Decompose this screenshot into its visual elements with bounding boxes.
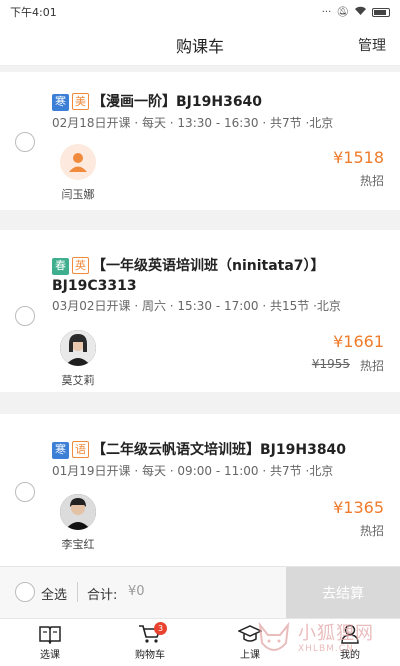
watermark: 小狐狸网 XHLBM.CN <box>254 614 394 664</box>
status-time: 下午4:01 <box>10 6 57 19</box>
fox-logo-icon <box>258 621 290 651</box>
original-price: ¥1955 <box>311 357 350 371</box>
tab-label: 购物车 <box>135 650 165 661</box>
select-all-label[interactable]: 全选 <box>41 584 67 603</box>
watermark-cn: 小狐狸网 <box>298 622 374 644</box>
subject-tag: 美 <box>72 93 89 110</box>
tab-select-course[interactable]: 选课 <box>0 619 100 666</box>
course-schedule: 03月02日开课 · 周六 · 15:30 - 17:00 · 共15节 ·北京 <box>52 299 341 313</box>
teacher-avatar[interactable] <box>60 144 96 180</box>
teacher-name: 闫玉娜 <box>61 188 95 201</box>
enroll-status: 热招 <box>359 524 384 538</box>
battery-icon <box>372 7 390 17</box>
season-tag: 寒 <box>52 442 69 459</box>
course-schedule: 02月18日开课 · 每天 · 13:30 - 16:30 · 共7节 ·北京 <box>52 116 334 130</box>
teacher-name: 莫艾莉 <box>61 374 95 387</box>
course-title[interactable]: 寒美【漫画一阶】BJ19H3640 <box>52 92 388 112</box>
season-tag: 春 <box>52 258 69 275</box>
status-icons: ··· 🔕︎ <box>322 6 390 19</box>
enroll-status: 热招 <box>359 174 384 188</box>
course-schedule: 01月19日开课 · 每天 · 09:00 - 11:00 · 共7节 ·北京 <box>52 464 334 478</box>
status-bar: 下午4:01 ··· 🔕︎ <box>0 0 400 24</box>
tab-cart[interactable]: 3 购物车 <box>100 619 200 666</box>
course-title-text: 【漫画一阶】BJ19H3640 <box>92 94 263 110</box>
nav-bar: 购课车 管理 <box>0 24 400 66</box>
total-value: ¥0 <box>128 584 145 599</box>
teacher-name: 李宝红 <box>61 538 95 551</box>
divider <box>77 582 78 602</box>
mute-icon: 🔕︎ <box>336 6 349 18</box>
checkout-bar: 全选 合计: ¥0 去结算 <box>0 566 400 619</box>
course-title[interactable]: 寒语【二年级云帆语文培训班】BJ19H3840 <box>52 440 388 460</box>
watermark-text: 小狐狸网 XHLBM.CN <box>298 622 374 654</box>
select-all-radio[interactable] <box>15 582 35 602</box>
course-title-text: 【二年级云帆语文培训班】BJ19H3840 <box>92 442 347 458</box>
course-price: ¥1661 <box>333 332 384 351</box>
cart-badge: 3 <box>154 622 167 635</box>
checkout-button[interactable]: 去结算 <box>286 567 400 619</box>
course-price: ¥1365 <box>333 498 384 517</box>
book-icon <box>39 626 61 644</box>
teacher-avatar[interactable] <box>60 494 96 530</box>
wifi-icon <box>354 6 367 19</box>
teacher-photo <box>60 330 96 366</box>
course-select-radio[interactable] <box>15 306 35 326</box>
enroll-status: 热招 <box>359 359 384 373</box>
course-select-radio[interactable] <box>15 132 35 152</box>
person-placeholder-icon <box>69 153 87 172</box>
season-tag: 寒 <box>52 94 69 111</box>
more-dots-icon: ··· <box>321 6 332 18</box>
teacher-avatar[interactable] <box>60 330 96 366</box>
course-price: ¥1518 <box>333 148 384 167</box>
teacher-photo <box>60 494 96 530</box>
watermark-en: XHLBM.CN <box>298 643 354 654</box>
course-select-radio[interactable] <box>15 482 35 502</box>
course-card: 寒美【漫画一阶】BJ19H3640 02月18日开课 · 每天 · 13:30 … <box>0 72 400 210</box>
course-title-code: BJ19C3313 <box>52 278 137 294</box>
course-title-text: 【一年级英语培训班（ninitata7）】 <box>92 258 325 274</box>
subject-tag: 语 <box>72 441 89 458</box>
tab-label: 选课 <box>40 650 60 661</box>
subject-tag: 英 <box>72 257 89 274</box>
manage-button[interactable]: 管理 <box>358 35 386 55</box>
course-card: 春英【一年级英语培训班（ninitata7）】 BJ19C3313 03月02日… <box>0 230 400 392</box>
course-card: 寒语【二年级云帆语文培训班】BJ19H3840 01月19日开课 · 每天 · … <box>0 414 400 566</box>
course-title[interactable]: 春英【一年级英语培训班（ninitata7）】 <box>52 256 388 276</box>
page-title: 购课车 <box>175 36 224 56</box>
total-label: 合计: <box>87 588 118 603</box>
